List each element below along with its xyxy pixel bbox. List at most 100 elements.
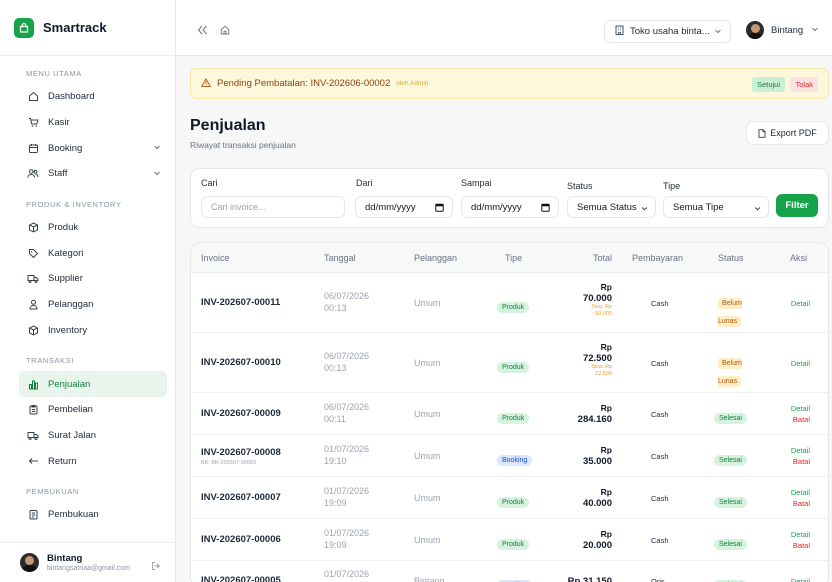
calendar-icon[interactable] (541, 203, 550, 215)
customer-cell: Umum (414, 298, 441, 308)
type-select[interactable]: Semua Tipe (663, 196, 769, 218)
brand[interactable]: Smartrack (0, 0, 175, 56)
calendar-icon (27, 142, 39, 154)
chevron-down-icon (714, 27, 722, 38)
cancel-link[interactable]: Batal (791, 540, 810, 551)
currency: Rp (600, 445, 612, 455)
invoice-cell[interactable]: INV-202607-00005 (201, 575, 281, 582)
banner-text: Pending Pembatalan: INV-202606-00002 (217, 78, 391, 89)
user-menu[interactable]: Bintang (746, 21, 819, 39)
table-header: Invoice Tanggal Pelanggan Tipe Total Pem… (191, 243, 828, 273)
section-title: TRANSAKSI (26, 356, 74, 366)
calendar-icon[interactable] (435, 203, 444, 215)
detail-link[interactable]: Detail (791, 403, 810, 414)
table-row[interactable]: INV-202607-00005 01/07/2026 Bintang Booking… (191, 561, 828, 582)
filter-button[interactable]: Filter (776, 194, 818, 217)
invoice-number: INV-202607-00008 (201, 447, 281, 458)
detail-link[interactable]: Detail (791, 529, 810, 540)
ledger-icon (27, 509, 39, 521)
search-input[interactable]: Cari invoice... (201, 196, 345, 218)
table-row[interactable]: INV-202607-00008 BK: BK-202607-00003 01/07… (191, 435, 828, 477)
status-cell: Belum Lunas (718, 352, 748, 388)
date-value: 01/07/2026 (324, 444, 370, 454)
sidebar-item-kasir[interactable]: Kasir (19, 110, 167, 136)
sidebar-item-inventory[interactable]: Inventory (19, 318, 167, 344)
sidebar-user[interactable]: Bintang bintangsatriaa@gmail.com (0, 542, 175, 582)
sidebar-nav: MENU UTAMA Dashboard Kasir Booking Staff… (0, 62, 175, 528)
table-row[interactable]: INV-202607-00006 01/07/2026 19:09 Umum Produ… (191, 519, 828, 561)
sidebar-item-pelanggan[interactable]: Pelanggan (19, 292, 167, 318)
invoice-cell[interactable]: INV-202607-00011 (201, 297, 280, 308)
export-pdf-button[interactable]: Export PDF (746, 121, 829, 145)
sidebar-item-label: Supplier (48, 273, 83, 285)
status-word: Belum Lunas (718, 360, 742, 385)
date-cell: 01/07/2026 19:09 (324, 486, 369, 509)
top-bar (176, 0, 832, 56)
cancel-link[interactable]: Batal (791, 414, 810, 425)
sidebar-item-return[interactable]: Return (19, 448, 167, 474)
status-cell: Selesai (714, 491, 747, 509)
reject-button[interactable]: Tolak (790, 77, 818, 92)
sidebar-item-produk[interactable]: Produk (19, 215, 167, 241)
sidebar-item-pembelian[interactable]: Pembelian (19, 397, 167, 423)
detail-link[interactable]: Detail (791, 487, 810, 498)
sidebar-item-supplier[interactable]: Supplier (19, 266, 167, 292)
sidebar-item-dashboard[interactable]: Dashboard (19, 84, 167, 110)
collapse-sidebar-icon[interactable] (197, 22, 208, 40)
page-subtitle: Riwayat transaksi penjualan (190, 140, 296, 150)
from-date-input[interactable]: dd/mm/yyyy (355, 196, 453, 218)
cancel-link[interactable]: Batal (791, 456, 810, 467)
chevron-down-icon (641, 204, 648, 215)
sidebar-item-penjualan[interactable]: Penjualan (19, 371, 167, 397)
type-label: Tipe (663, 181, 681, 191)
column-header: Pelanggan (414, 253, 458, 263)
file-icon (758, 128, 766, 138)
customer-cell: Bintang (414, 576, 445, 582)
sidebar-item-staff[interactable]: Staff (19, 161, 167, 187)
invoice-cell[interactable]: INV-202607-00006 (201, 534, 281, 545)
sidebar-item-label: Return (48, 455, 77, 467)
sidebar-item-kategori[interactable]: Kategori (19, 240, 167, 266)
status-select[interactable]: Semua Status (567, 196, 656, 218)
detail-link[interactable]: Detail (791, 576, 810, 582)
detail-link[interactable]: Detail (791, 445, 810, 456)
sidebar-item-label: Produk (48, 222, 79, 234)
sidebar-item-booking[interactable]: Booking (19, 135, 167, 161)
home-icon[interactable] (220, 22, 230, 40)
table-row[interactable]: INV-202607-00009 06/07/2026 00:11 Umum Produ… (191, 393, 828, 435)
invoice-cell[interactable]: INV-202607-00009 (201, 408, 281, 419)
total-cell: Rp 70.000 Sisa: Rp 50.000 (583, 282, 612, 317)
invoice-cell[interactable]: INV-202607-00008 BK: BK-202607-00003 (201, 447, 281, 466)
date-value: 01/07/2026 (324, 528, 370, 538)
detail-link[interactable]: Detail (791, 358, 810, 369)
type-value: Semua Tipe (673, 201, 724, 213)
to-date-value: dd/mm/yyyy (471, 201, 522, 213)
sidebar-item-label: Dashboard (48, 91, 95, 103)
sidebar-item-pembukuan[interactable]: Pembukuan (19, 502, 167, 528)
search-label: Cari (201, 178, 218, 188)
table-row[interactable]: INV-202607-00011 06/07/2026 00:13 Umum Produ… (191, 273, 828, 333)
type-badge: Produk (497, 497, 530, 508)
action-cell: Detail (791, 298, 810, 309)
logout-icon[interactable] (151, 558, 161, 576)
approve-button[interactable]: Setujui (752, 77, 785, 92)
payment-cell: Cash (651, 299, 669, 308)
sidebar-item-surat-jalan[interactable]: Surat Jalan (19, 423, 167, 449)
store-select[interactable]: Toko usaha binta... (604, 20, 731, 43)
sidebar-item-label: Booking (48, 142, 83, 154)
time-value: 19:10 (324, 455, 347, 466)
chevron-down-icon (153, 169, 161, 180)
table-row[interactable]: INV-202607-00010 06/07/2026 00:13 Umum Produ… (191, 333, 828, 393)
to-date-input[interactable]: dd/mm/yyyy (461, 196, 559, 218)
chart-icon (27, 378, 39, 390)
invoice-cell[interactable]: INV-202607-00010 (201, 357, 281, 368)
invoice-number: INV-202607-00005 (201, 575, 281, 582)
status-cell: Selesai (714, 449, 747, 467)
cancel-link[interactable]: Batal (791, 498, 810, 509)
invoice-cell[interactable]: INV-202607-00007 (201, 492, 281, 503)
total-amount: Rp 31.150 (567, 576, 612, 582)
detail-link[interactable]: Detail (791, 298, 810, 309)
table-row[interactable]: INV-202607-00007 01/07/2026 19:09 Umum Produ… (191, 477, 828, 519)
total-amount: 284.160 (577, 414, 612, 425)
status-value: Semua Status (577, 201, 637, 213)
